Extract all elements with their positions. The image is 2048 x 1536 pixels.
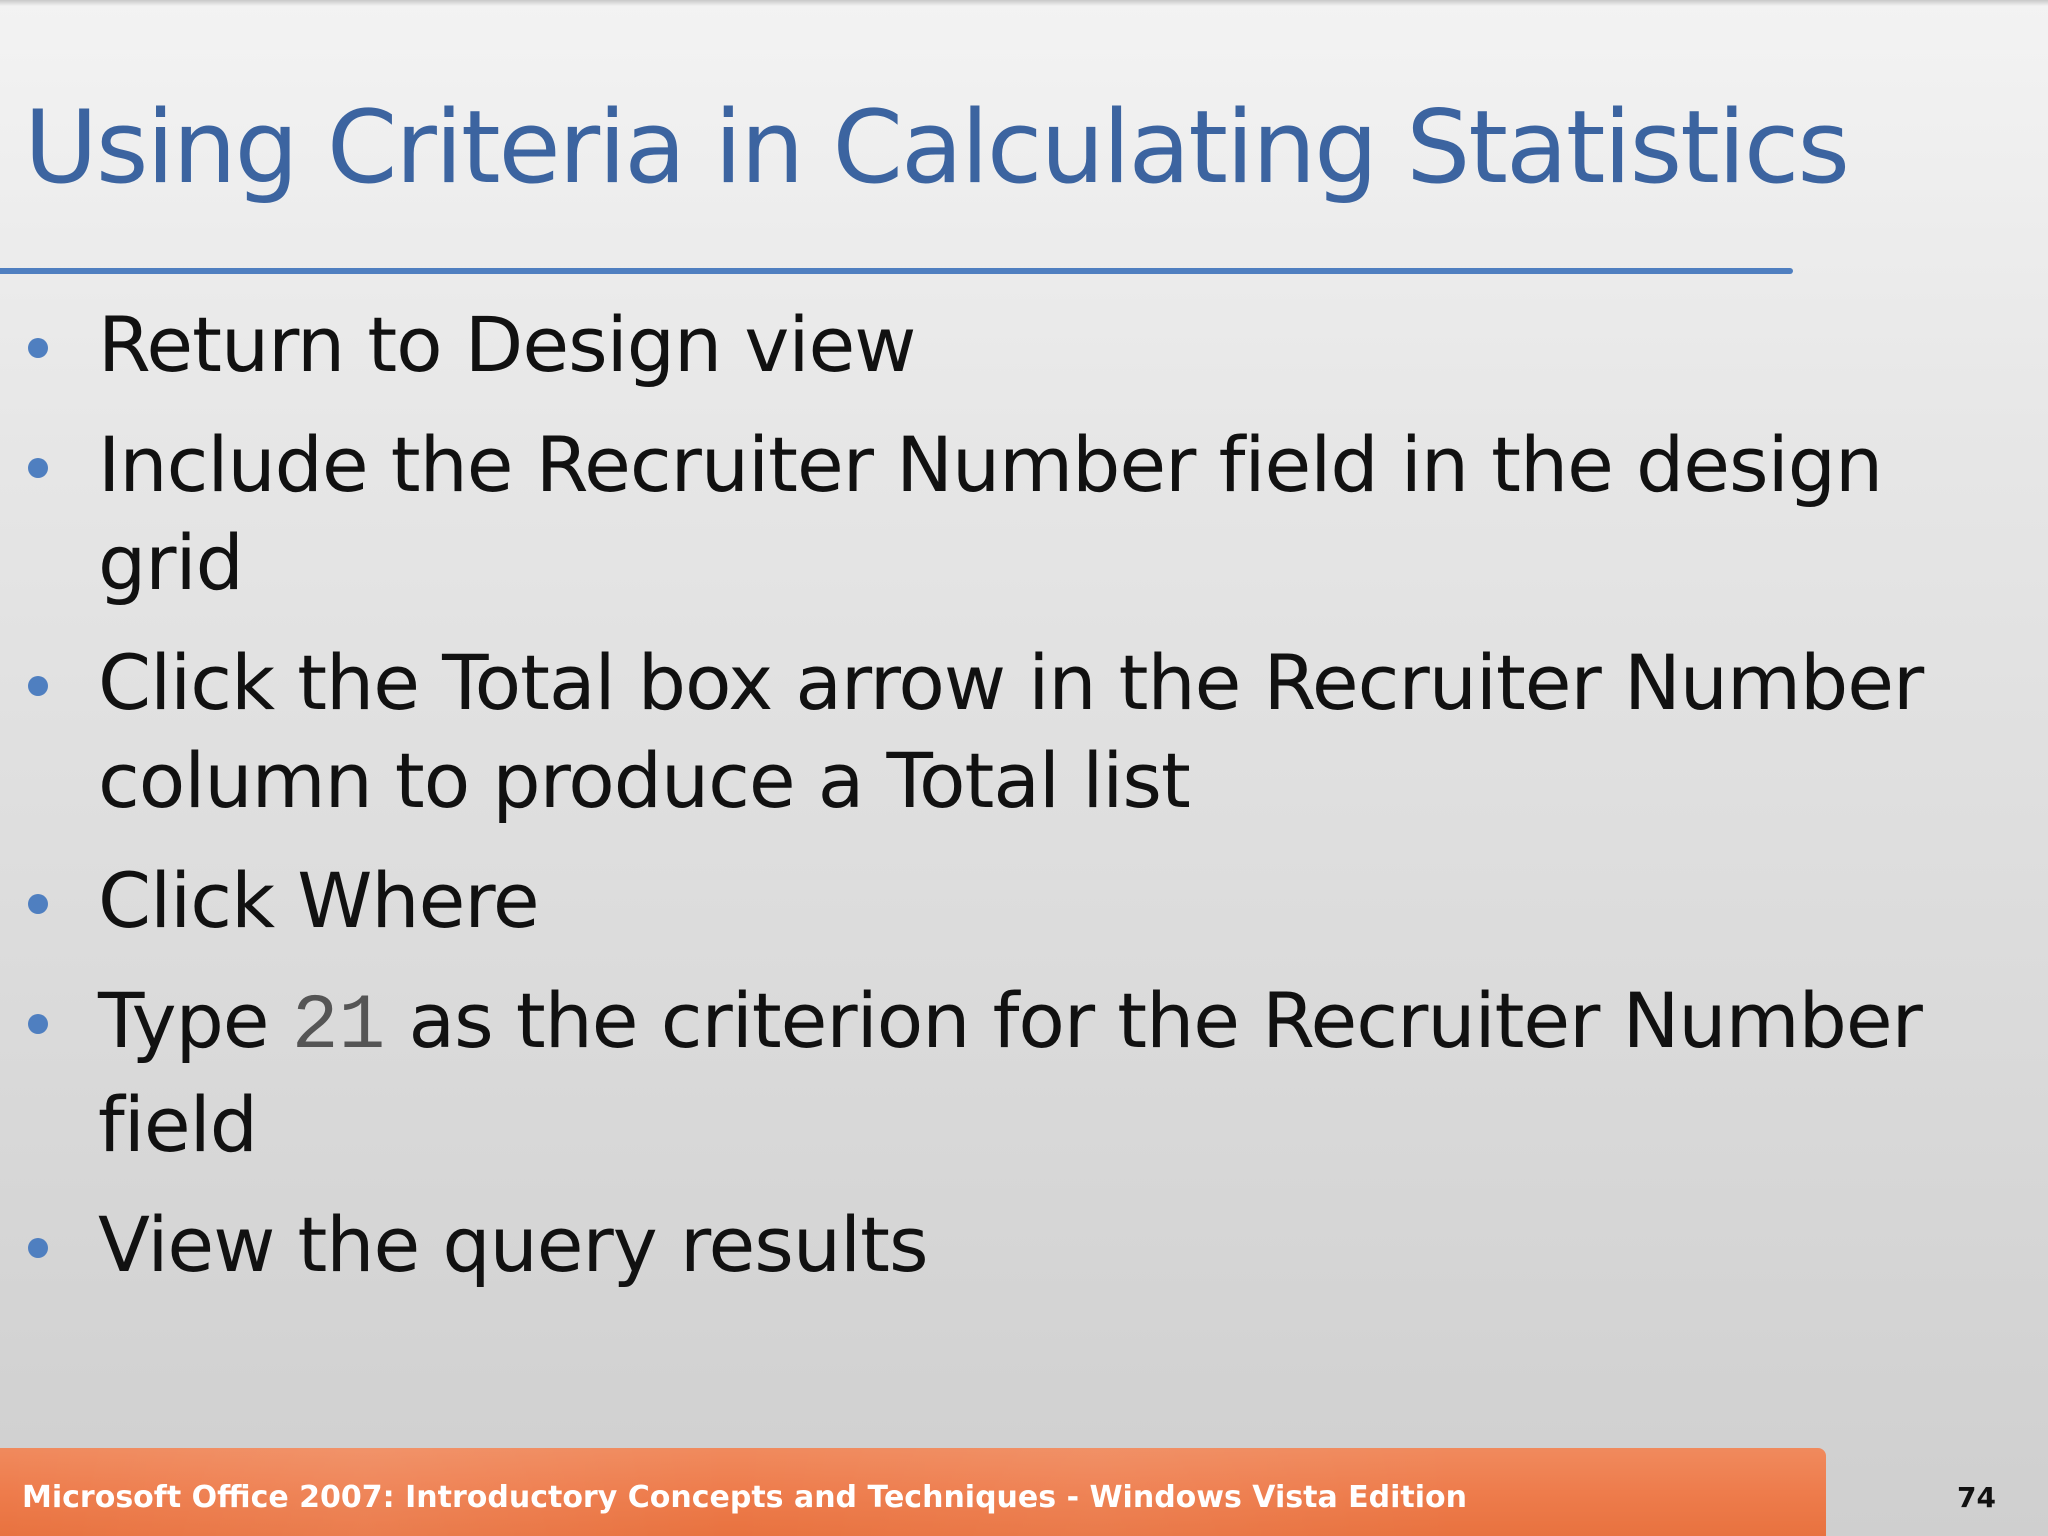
bullet-item: Click Where — [0, 852, 1960, 950]
bullet-dot-icon — [28, 894, 48, 914]
footer-caption: Microsoft Office 2007: Introductory Conc… — [22, 1480, 1467, 1515]
criterion-value: 21 — [291, 983, 386, 1071]
bullet-text: View the query results — [98, 1200, 929, 1289]
bullet-item: Click the Total box arrow in the Recruit… — [0, 634, 1960, 830]
bullet-text: Include the Recruiter Number field in th… — [98, 420, 1883, 607]
bullet-dot-icon — [28, 1238, 48, 1258]
bullet-text: Click the Total box arrow in the Recruit… — [98, 638, 1924, 825]
bullet-item: Return to Design view — [0, 296, 1960, 394]
bullet-text: Return to Design view — [98, 300, 916, 389]
slide: Using Criteria in Calculating Statistics… — [0, 0, 2048, 1536]
bullet-text-prefix: Type — [98, 976, 292, 1065]
title-underline — [0, 268, 1793, 274]
bullet-dot-icon — [28, 458, 48, 478]
bullet-dot-icon — [28, 338, 48, 358]
bullet-dot-icon — [28, 1014, 48, 1034]
bullet-text: Click Where — [98, 856, 540, 945]
bullet-dot-icon — [28, 676, 48, 696]
bullet-list: Return to Design view Include the Recrui… — [0, 296, 1960, 1316]
page-number: 74 — [1957, 1481, 1996, 1514]
slide-title: Using Criteria in Calculating Statistics — [24, 88, 1850, 206]
bullet-item: Include the Recruiter Number field in th… — [0, 416, 1960, 612]
bullet-item: View the query results — [0, 1196, 1960, 1294]
top-edge — [0, 0, 2048, 6]
bullet-item: Type 21 as the criterion for the Recruit… — [0, 972, 1960, 1174]
